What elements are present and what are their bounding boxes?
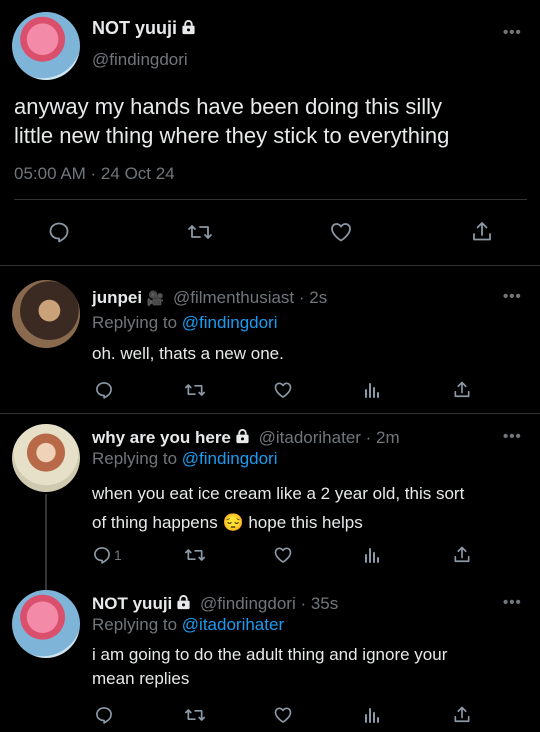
reply-text-line: i am going to do the adult thing and ign… <box>92 645 448 664</box>
retweet-button[interactable] <box>182 378 208 402</box>
share-icon <box>454 381 470 398</box>
share-button[interactable] <box>450 543 474 567</box>
like-icon <box>331 223 351 242</box>
author-handle[interactable]: @filmenthusiast <box>173 288 294 307</box>
avatar[interactable] <box>12 280 80 348</box>
tweet-text-line: little new thing where they stick to eve… <box>14 123 450 148</box>
like-button[interactable] <box>326 218 356 246</box>
share-icon <box>473 222 491 241</box>
reply-icon <box>96 382 112 399</box>
thread-line <box>45 494 47 590</box>
retweet-button[interactable] <box>185 218 215 246</box>
retweet-button[interactable] <box>182 543 208 567</box>
author-handle[interactable]: @itadorihater <box>259 428 361 447</box>
replying-to: Replying to @itadorihater <box>92 615 284 635</box>
divider <box>0 413 540 414</box>
views-icon <box>365 708 379 723</box>
share-button[interactable] <box>450 378 474 402</box>
views-icon <box>365 383 379 398</box>
reply-header: NOT yuuji @findingdori · 35s <box>92 594 338 614</box>
views-icon <box>365 548 379 563</box>
reply-text-line: when you eat ice cream like a 2 year old… <box>92 484 465 503</box>
avatar[interactable] <box>12 12 80 80</box>
reply-text: when you eat ice cream like a 2 year old… <box>92 479 464 537</box>
views-button[interactable] <box>362 543 382 567</box>
reply-button[interactable]: 1 <box>92 543 132 567</box>
author-name[interactable]: NOT yuuji <box>92 18 196 39</box>
views-button[interactable] <box>362 378 382 402</box>
reply-button[interactable] <box>92 378 116 402</box>
share-button[interactable] <box>450 703 474 727</box>
tweet-timestamp[interactable]: 05:00 AM · 24 Oct 24 <box>14 164 175 184</box>
reply-button[interactable] <box>92 703 116 727</box>
avatar[interactable] <box>12 424 80 492</box>
replying-to: Replying to @findingdori <box>92 313 278 333</box>
lock-icon <box>176 595 191 610</box>
author-handle[interactable]: @findingdori <box>92 50 188 70</box>
reply-time[interactable]: · 35s <box>300 594 338 613</box>
reply-button[interactable] <box>44 218 74 246</box>
reply-icon <box>94 547 110 564</box>
reply-text: oh. well, thats a new one. <box>92 344 284 363</box>
like-icon <box>274 382 292 398</box>
retweet-button[interactable] <box>182 703 208 727</box>
replying-handle-link[interactable]: @itadorihater <box>182 615 284 634</box>
retweet-icon <box>184 709 205 721</box>
replying-label: Replying to <box>92 313 178 332</box>
like-button[interactable] <box>271 703 295 727</box>
retweet-icon <box>184 384 205 396</box>
more-icon[interactable]: ••• <box>503 428 522 445</box>
reply-text-line: mean replies <box>92 669 190 688</box>
reply-header: junpei 🎥 @filmenthusiast · 2s <box>92 288 327 308</box>
retweet-icon <box>184 549 205 561</box>
replying-label: Replying to <box>92 615 178 634</box>
divider <box>14 199 527 200</box>
share-icon <box>454 706 470 723</box>
views-button[interactable] <box>362 703 382 727</box>
replying-handle-link[interactable]: @findingdori <box>182 313 278 332</box>
author-display-name[interactable]: junpei <box>92 288 142 307</box>
replying-to: Replying to @findingdori <box>92 449 278 469</box>
author-display-name[interactable]: NOT yuuji <box>92 594 172 613</box>
reply-icon <box>96 707 112 724</box>
reply-text: i am going to do the adult thing and ign… <box>92 643 447 691</box>
author-display-name[interactable]: why are you here <box>92 428 231 447</box>
tweet-text: anyway my hands have been doing this sil… <box>14 92 534 150</box>
avatar[interactable] <box>12 590 80 658</box>
camera-emoji: 🎥 <box>146 290 165 306</box>
reply-header: why are you here @itadorihater · 2m <box>92 428 400 448</box>
author-handle[interactable]: @findingdori <box>200 594 296 613</box>
reply-count: 1 <box>114 547 122 563</box>
replying-handle-link[interactable]: @findingdori <box>182 449 278 468</box>
tweet-text-line: anyway my hands have been doing this sil… <box>14 94 443 119</box>
like-button[interactable] <box>271 543 295 567</box>
reply-time[interactable]: · 2s <box>299 288 327 307</box>
lock-icon <box>235 429 250 444</box>
more-icon[interactable]: ••• <box>503 594 522 611</box>
replying-label: Replying to <box>92 449 178 468</box>
lock-icon <box>181 19 196 35</box>
like-icon <box>274 707 292 723</box>
like-icon <box>274 547 292 563</box>
more-icon[interactable]: ••• <box>503 24 522 41</box>
share-button[interactable] <box>467 218 497 246</box>
share-icon <box>454 546 470 563</box>
like-button[interactable] <box>271 378 295 402</box>
reply-icon <box>49 222 69 243</box>
divider <box>0 265 540 266</box>
retweet-icon <box>188 225 212 239</box>
reply-text-line: of thing happens 😔 hope this helps <box>92 513 363 532</box>
more-icon[interactable]: ••• <box>503 288 522 305</box>
author-display-name: NOT yuuji <box>92 18 177 38</box>
reply-time[interactable]: · 2m <box>366 428 400 447</box>
